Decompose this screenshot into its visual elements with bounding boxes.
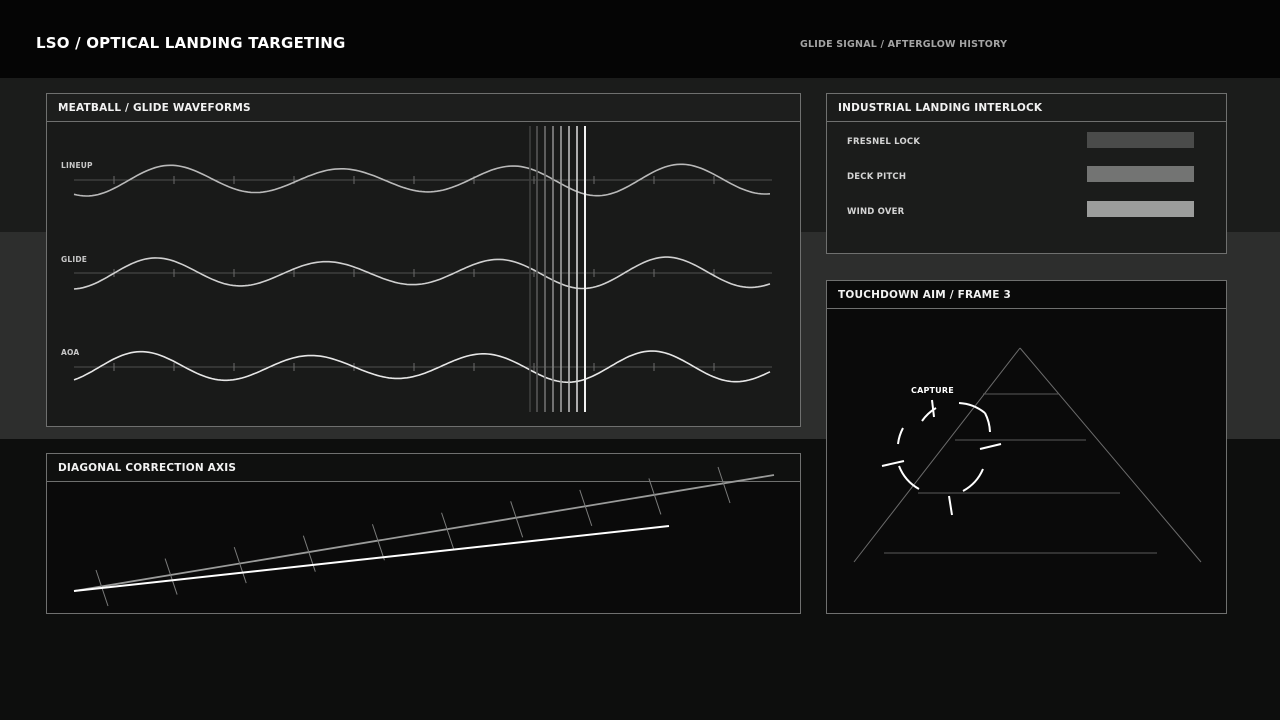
reticle-arc: [984, 412, 991, 433]
app-subtitle: GLIDE SIGNAL / AFTERGLOW HISTORY: [800, 39, 1008, 50]
reticle-tick: [948, 495, 953, 516]
waveform-panel: MEATBALL / GLIDE WAVEFORMS LINEUP GLIDE …: [46, 93, 801, 427]
correction-axis-tick: [579, 489, 593, 527]
reticle-arc: [897, 427, 904, 445]
correction-axis-tick: [164, 558, 178, 595]
pyramid-right-edge: [1019, 347, 1202, 563]
fresnel-lock-indicator: [1087, 132, 1194, 148]
correction-vector: [73, 525, 670, 592]
aim-display: [853, 347, 1202, 563]
correction-axis-tick: [371, 524, 385, 561]
reticle-tick: [979, 443, 1002, 450]
landing-interlock-panel: INDUSTRIAL LANDING INTERLOCK FRESNEL LOC…: [826, 93, 1227, 254]
reticle-arc: [898, 465, 920, 490]
pyramid-left-edge: [853, 347, 1021, 563]
glide-slope-pyramid: [853, 347, 1202, 563]
capture-label: CAPTURE: [911, 386, 954, 395]
correction-axis: [73, 474, 775, 592]
interlock-panel-title: INDUSTRIAL LANDING INTERLOCK: [827, 94, 1226, 122]
wind-over-indicator: [1087, 201, 1194, 217]
wind-over-label: WIND OVER: [847, 207, 905, 217]
deck-pitch-indicator: [1087, 166, 1194, 182]
correction-axis-tick: [648, 478, 662, 515]
deck-pitch-label: DECK PITCH: [847, 172, 907, 182]
diagonal-correction-panel: DIAGONAL CORRECTION AXIS: [46, 453, 801, 614]
capture-reticle-icon: [881, 399, 1002, 516]
reticle-arc: [962, 468, 984, 492]
correction-axis-tick: [441, 512, 455, 549]
reticle-tick: [881, 460, 905, 467]
touchdown-aim-panel: TOUCHDOWN AIM / FRAME 3 CAPTURE: [826, 280, 1227, 614]
fresnel-lock-label: FRESNEL LOCK: [847, 137, 921, 147]
correction-axis-tick: [717, 466, 731, 504]
app-title: LSO / OPTICAL LANDING TARGETING: [36, 34, 346, 52]
correction-axis-tick: [233, 546, 247, 584]
waveform-plot: [73, 126, 772, 412]
correction-axis-tick: [510, 501, 524, 538]
reticle-arc: [958, 402, 986, 414]
reticle-tick: [931, 399, 935, 418]
diagonal-axis-plot: [73, 466, 775, 607]
